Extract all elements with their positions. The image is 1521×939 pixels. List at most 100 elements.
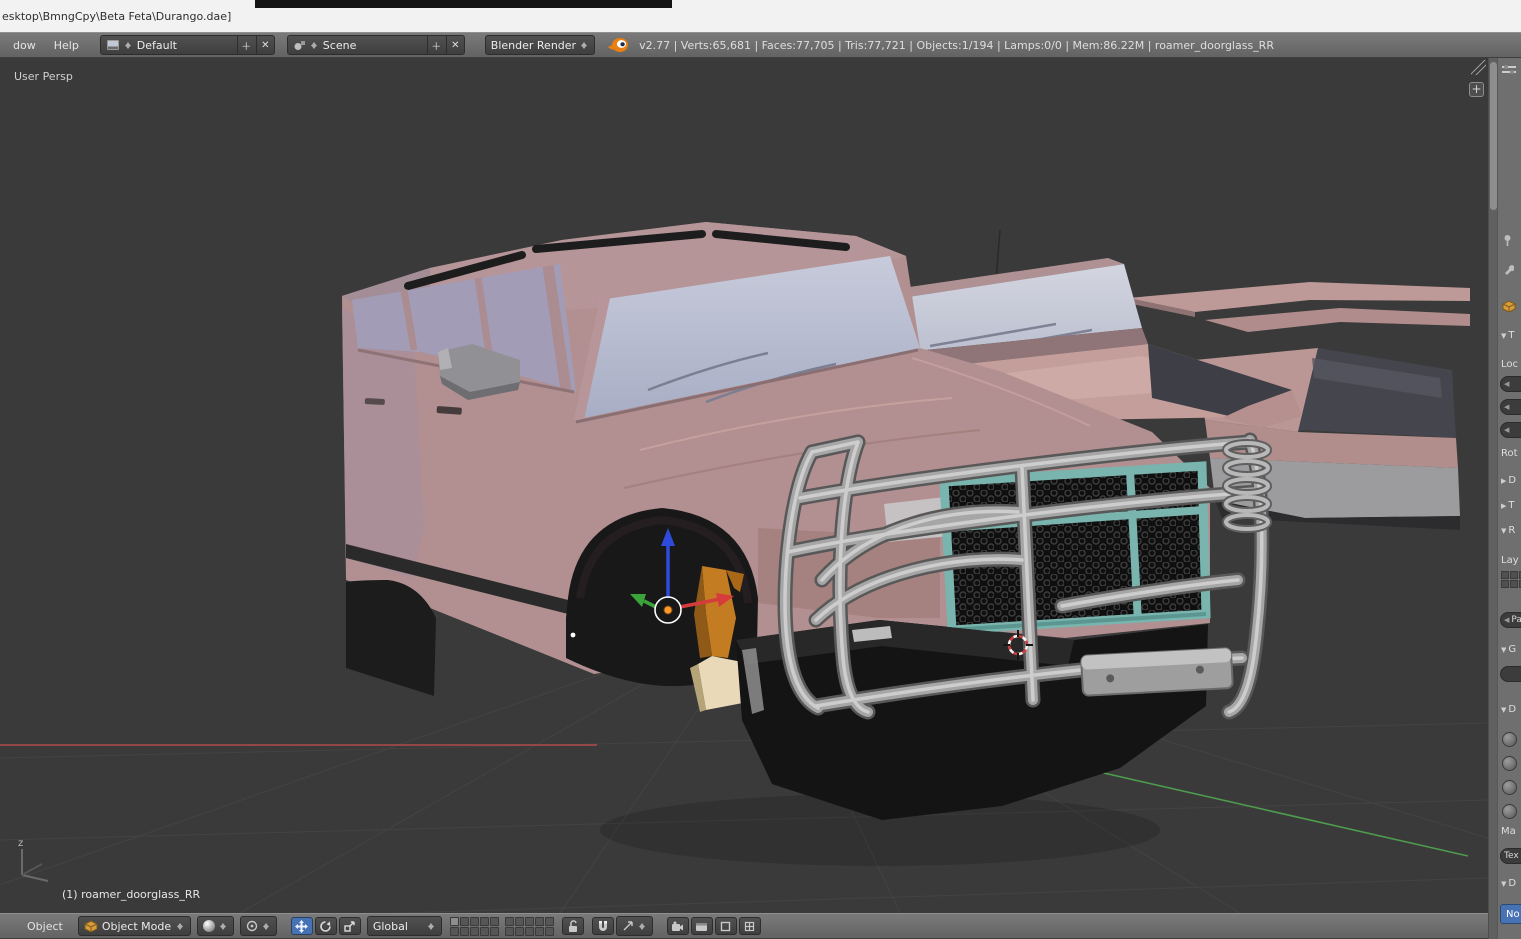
pivot-point-selector[interactable] bbox=[239, 916, 277, 936]
slider-left-arrow-icon: ◀ bbox=[1504, 426, 1510, 434]
layer-group-1[interactable] bbox=[449, 916, 499, 936]
location-y-field[interactable]: ◀ bbox=[1500, 399, 1521, 415]
snap-element-selector[interactable] bbox=[615, 916, 653, 936]
lock-icon bbox=[568, 919, 577, 932]
opengl-render-button[interactable] bbox=[666, 917, 689, 935]
display-option-radio-2[interactable] bbox=[1502, 756, 1517, 771]
active-object-label: (1) roamer_doorglass_RR bbox=[62, 888, 201, 901]
layer-group-2[interactable] bbox=[504, 916, 554, 936]
wrench-icon[interactable] bbox=[1502, 264, 1514, 276]
shading-sphere-icon bbox=[202, 920, 215, 932]
pivot-icon bbox=[246, 920, 258, 932]
editor-type-icon[interactable] bbox=[1502, 64, 1516, 76]
panel-expand-icon: ▶ bbox=[1501, 501, 1507, 510]
dropdown-arrows-icon bbox=[638, 920, 647, 933]
dropdown-arrows-icon bbox=[580, 39, 589, 52]
snap-toggle-button[interactable] bbox=[591, 917, 614, 935]
group-add-field[interactable] bbox=[1500, 666, 1521, 682]
duplication-none-button[interactable]: No bbox=[1500, 904, 1521, 924]
panel-display-header[interactable]: ▼ D bbox=[1501, 704, 1516, 715]
panel-expand-icon: ▼ bbox=[1501, 879, 1507, 888]
dropdown-arrows-icon bbox=[176, 920, 185, 933]
scene-value: Scene bbox=[322, 38, 357, 52]
info-header-bar: dow Help Default ＋ ✕ Scene ＋ ✕ Blender R… bbox=[0, 32, 1521, 58]
viewport-shading-selector[interactable] bbox=[196, 916, 234, 936]
panel-label: D bbox=[1508, 475, 1517, 486]
properties-scrollbar[interactable] bbox=[1489, 58, 1498, 939]
slider-left-arrow-icon: ◀ bbox=[1504, 616, 1510, 624]
display-option-radio-3[interactable] bbox=[1502, 780, 1517, 795]
scene-lock-button[interactable] bbox=[561, 917, 584, 935]
parent-value: Pa bbox=[1511, 615, 1521, 625]
manipulator-rotate-button[interactable] bbox=[314, 917, 337, 935]
panel-label: D bbox=[1508, 878, 1517, 889]
panel-duplication-header[interactable]: ▼ D bbox=[1501, 878, 1516, 889]
window-title: esktop\BmngCpy\Beta Feta\Durango.dae] bbox=[2, 10, 232, 23]
panel-delta-header[interactable]: ▶ D bbox=[1501, 475, 1516, 486]
viewport-3d[interactable]: User Persp (1) roamer_doorglass_RR z + bbox=[0, 58, 1488, 913]
os-titlebar: esktop\BmngCpy\Beta Feta\Durango.dae] bbox=[0, 0, 1521, 32]
menu-object[interactable]: Object bbox=[18, 920, 72, 933]
add-scene-button[interactable]: ＋ bbox=[426, 35, 445, 55]
region-expand-button[interactable]: + bbox=[1469, 82, 1484, 97]
step-plate bbox=[1080, 647, 1234, 697]
panel-locks-header[interactable]: ▶ T bbox=[1501, 500, 1515, 511]
blender-window: esktop\BmngCpy\Beta Feta\Durango.dae] do… bbox=[0, 0, 1521, 939]
mode-selector[interactable]: Object Mode bbox=[77, 916, 191, 936]
region-resize-grip[interactable] bbox=[1471, 60, 1486, 75]
panel-expand-icon: ▼ bbox=[1501, 645, 1507, 654]
properties-content: ▼ T Loc ◀ ◀ ◀ Rot ▶ D ▶ T ▼ R Lay ◀ Pa ▼ G ▼ D … bbox=[1498, 58, 1521, 939]
transform-orientation-selector[interactable]: Global bbox=[366, 916, 442, 936]
properties-editor[interactable]: ▼ T Loc ◀ ◀ ◀ Rot ▶ D ▶ T ▼ R Lay ◀ Pa ▼ G ▼ D … bbox=[1488, 58, 1521, 939]
delete-scene-button[interactable]: ✕ bbox=[445, 35, 464, 55]
panel-label: T bbox=[1508, 500, 1515, 511]
object-tab-cube-icon[interactable] bbox=[1502, 300, 1516, 313]
slider-left-arrow-icon: ◀ bbox=[1504, 380, 1510, 388]
add-layout-button[interactable]: ＋ bbox=[236, 35, 255, 55]
box-icon bbox=[721, 921, 731, 931]
film-icon bbox=[696, 922, 708, 931]
scene-icon bbox=[294, 41, 305, 50]
max-draw-label: Ma bbox=[1501, 826, 1516, 837]
pin-icon[interactable] bbox=[1502, 234, 1513, 247]
display-option-radio-1[interactable] bbox=[1502, 732, 1517, 747]
scrollbar-handle[interactable] bbox=[1490, 62, 1497, 210]
panel-expand-icon: ▶ bbox=[1501, 476, 1507, 485]
orientation-value: Global bbox=[372, 919, 408, 933]
manipulator-translate-button[interactable] bbox=[290, 917, 313, 935]
panel-label: T bbox=[1508, 330, 1515, 341]
display-option-radio-4[interactable] bbox=[1502, 804, 1517, 819]
layer-buttons[interactable] bbox=[449, 916, 554, 936]
tex-value: Tex bbox=[1504, 851, 1519, 861]
extra-tool-button-2[interactable] bbox=[738, 917, 761, 935]
dropdown-arrows-icon bbox=[310, 39, 319, 52]
snap-increment-icon bbox=[623, 921, 633, 931]
menu-help[interactable]: Help bbox=[45, 39, 88, 52]
object-origin-dot bbox=[663, 605, 673, 615]
layers-mini-grid[interactable] bbox=[1501, 571, 1521, 588]
location-z-field[interactable]: ◀ bbox=[1500, 422, 1521, 438]
menu-window[interactable]: dow bbox=[4, 39, 45, 52]
texture-space-field[interactable]: Tex bbox=[1500, 848, 1521, 864]
manipulator-scale-button[interactable] bbox=[338, 917, 361, 935]
render-engine-selector[interactable]: Blender Render bbox=[484, 35, 596, 55]
opengl-render-anim-button[interactable] bbox=[690, 917, 713, 935]
screen-layout-value: Default bbox=[136, 38, 177, 52]
panel-expand-icon: ▼ bbox=[1501, 331, 1507, 340]
dropdown-arrows-icon bbox=[124, 39, 133, 52]
location-x-field[interactable]: ◀ bbox=[1500, 376, 1521, 392]
panel-groups-header[interactable]: ▼ G bbox=[1501, 644, 1516, 655]
axis-z-label: z bbox=[18, 838, 23, 849]
render-engine-value: Blender Render bbox=[490, 38, 577, 52]
extra-tool-button-1[interactable] bbox=[714, 917, 737, 935]
vertex-dot bbox=[570, 632, 576, 638]
viewport-canvas[interactable] bbox=[0, 58, 1488, 913]
panel-transform-header[interactable]: ▼ T bbox=[1501, 330, 1515, 341]
panel-relations-header[interactable]: ▼ R bbox=[1501, 525, 1515, 536]
grid-box-icon bbox=[745, 921, 755, 931]
screen-layout-selector[interactable]: Default ＋ ✕ bbox=[99, 35, 275, 55]
dropdown-arrows-icon bbox=[262, 920, 271, 933]
scene-selector[interactable]: Scene ＋ ✕ bbox=[286, 35, 465, 55]
delete-layout-button[interactable]: ✕ bbox=[255, 35, 274, 55]
parent-field[interactable]: ◀ Pa bbox=[1500, 612, 1521, 628]
